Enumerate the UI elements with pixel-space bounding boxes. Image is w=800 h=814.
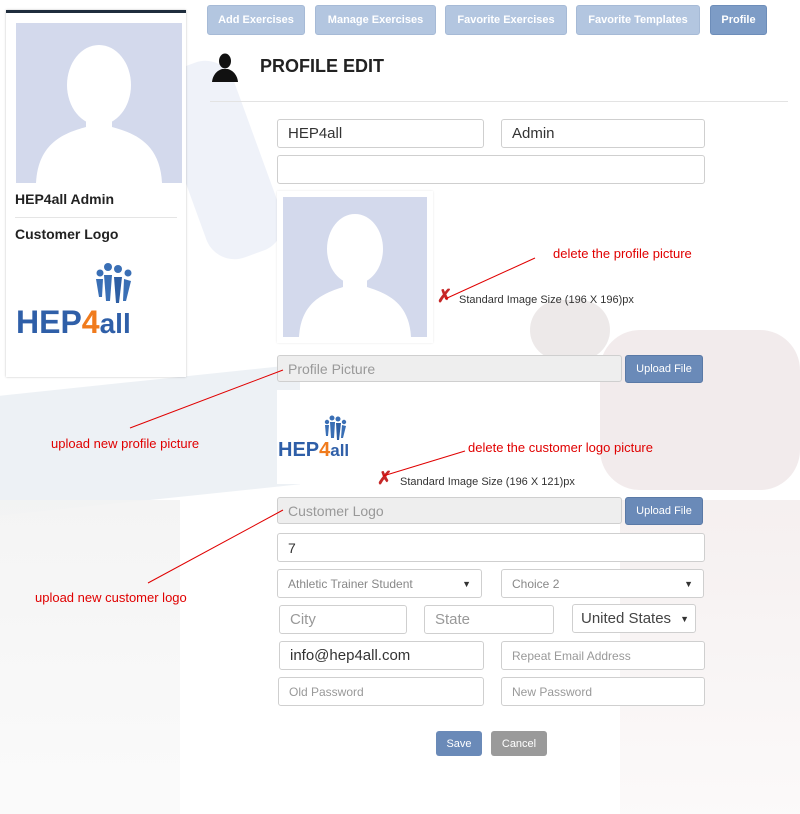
annotation-delete-profile: delete the profile picture: [553, 246, 692, 261]
annotation-lines: [129, 257, 536, 584]
annotation-delete-logo: delete the customer logo picture: [468, 440, 653, 455]
annotation-upload-logo: upload new customer logo: [35, 590, 187, 605]
annotation-upload-profile: upload new profile picture: [51, 436, 200, 451]
